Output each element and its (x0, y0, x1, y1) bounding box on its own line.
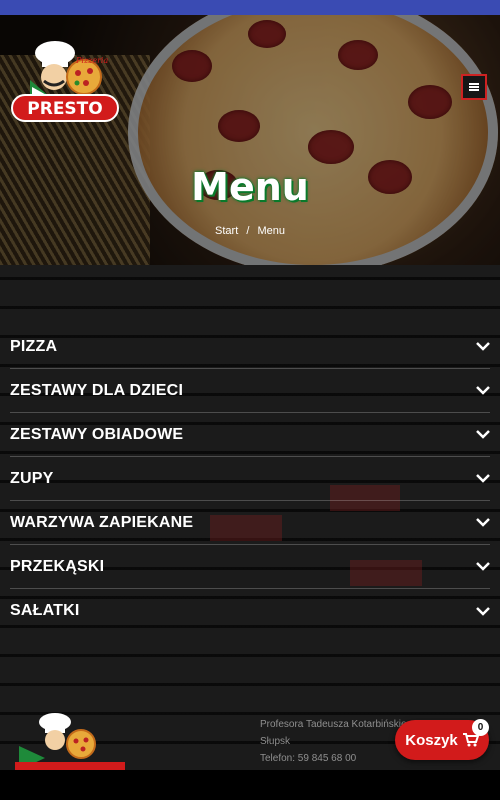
category-label: SAŁATKI (10, 602, 80, 619)
hamburger-icon (469, 83, 479, 91)
category-accordion: PIZZA ZESTAWY DLA DZIECI ZESTAWY OBIADOW… (10, 325, 490, 633)
category-salatki[interactable]: SAŁATKI (10, 589, 490, 633)
category-zupy[interactable]: ZUPY (10, 457, 490, 501)
chevron-down-icon (476, 474, 490, 483)
breadcrumb-start-link[interactable]: Start (215, 225, 238, 237)
svg-text:Pizzeria: Pizzeria (75, 56, 108, 65)
hamburger-menu-button[interactable] (461, 74, 487, 100)
category-label: PRZEKĄSKI (10, 557, 105, 575)
presto-logo[interactable]: Pizzeria PRESTO (10, 35, 120, 127)
cart-label: Koszyk (405, 731, 458, 749)
chevron-down-icon (476, 342, 490, 351)
category-label: ZUPY (10, 469, 54, 487)
category-label: WARZYWA ZAPIEKANE (10, 513, 194, 531)
menu-categories-section: PIZZA ZESTAWY DLA DZIECI ZESTAWY OBIADOW… (0, 265, 500, 770)
top-strip (0, 0, 500, 15)
category-zestawy-obiadowe[interactable]: ZESTAWY OBIADOWE (10, 413, 490, 457)
category-label: ZESTAWY OBIADOWE (10, 425, 184, 443)
chevron-down-icon (476, 430, 490, 439)
footer-presto-logo[interactable] (15, 712, 125, 770)
chevron-down-icon (476, 606, 490, 616)
category-przekaski[interactable]: PRZEKĄSKI (10, 545, 490, 589)
hero-banner: Pizzeria PRESTO Menu Start / Menu (0, 15, 500, 265)
chevron-down-icon (476, 562, 490, 571)
category-zestawy-dla-dzieci[interactable]: ZESTAWY DLA DZIECI (10, 369, 490, 413)
category-label: ZESTAWY DLA DZIECI (10, 381, 184, 399)
chevron-down-icon (476, 518, 490, 527)
page-title: Menu (191, 165, 309, 209)
breadcrumb-current: Menu (257, 225, 285, 237)
footer-address-city: Słupsk (260, 736, 291, 747)
footer-contact: Profesora Tadeusza Kotarbińskiego Słupsk… (260, 716, 418, 767)
cart-count-badge: 0 (472, 719, 489, 736)
breadcrumb-separator: / (246, 225, 250, 237)
chevron-down-icon (476, 386, 490, 395)
category-pizza[interactable]: PIZZA (10, 325, 490, 369)
bottom-bar (0, 770, 500, 800)
svg-text:PRESTO: PRESTO (27, 99, 102, 119)
breadcrumb: Start / Menu (0, 225, 500, 237)
footer-phone[interactable]: Telefon: 59 845 68 00 (260, 750, 418, 767)
category-label: PIZZA (10, 337, 58, 355)
category-warzywa-zapiekane[interactable]: WARZYWA ZAPIEKANE (10, 501, 490, 545)
footer-address-street: Profesora Tadeusza Kotarbińskiego (260, 719, 418, 730)
